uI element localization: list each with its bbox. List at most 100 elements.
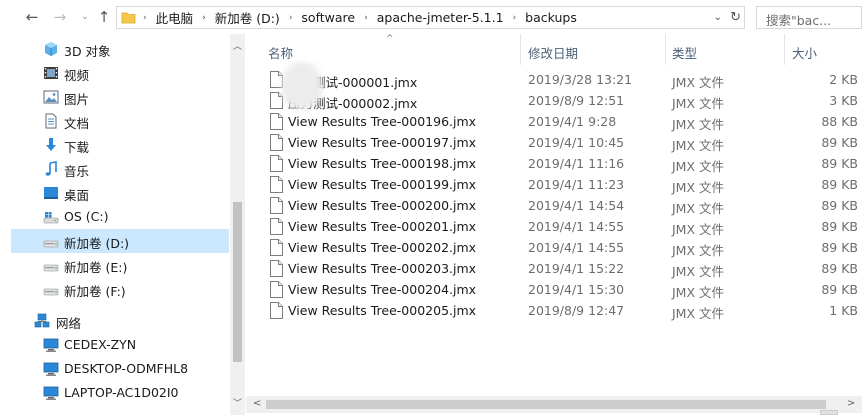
file-row[interactable]: View Results Tree-000196.jmx 2019/4/1 9:2… bbox=[246, 111, 862, 132]
address-bar[interactable]: › 此电脑 › 新加卷 (D:) › software › apache-jmeter-5.1… bbox=[116, 6, 745, 29]
file-icon bbox=[270, 113, 283, 130]
breadcrumb-item[interactable]: software bbox=[301, 10, 355, 25]
sidebar-item[interactable]: DESKTOP-ODMFHL8 bbox=[11, 357, 229, 381]
scroll-right-icon[interactable]: > bbox=[847, 398, 855, 409]
file-icon bbox=[270, 155, 283, 172]
sidebar-item[interactable]: 新加卷 (D:) bbox=[11, 229, 229, 253]
column-header-date[interactable]: 修改日期 bbox=[521, 34, 665, 67]
drive-icon bbox=[43, 264, 59, 272]
arrow-left-icon: ← bbox=[25, 8, 39, 26]
breadcrumb-separator-icon[interactable]: › bbox=[513, 13, 517, 23]
file-row[interactable]: View Results Tree-000201.jmx 2019/4/1 14:… bbox=[246, 216, 862, 237]
sidebar-item[interactable]: 图片 bbox=[11, 85, 229, 109]
file-row[interactable]: 压力测试-000001.jmx 2019/3/28 13:21 JMX 文件 2 KB bbox=[246, 69, 862, 90]
arrow-right-icon: → bbox=[53, 8, 67, 26]
scrollbar-thumb[interactable] bbox=[266, 400, 826, 409]
sidebar-item[interactable]: 新加卷 (F:) bbox=[11, 277, 229, 301]
sidebar-item[interactable]: 桌面 bbox=[11, 181, 229, 205]
breadcrumb-item[interactable]: backups bbox=[525, 10, 577, 25]
file-size: 89 KB bbox=[821, 261, 858, 276]
file-size: 2 KB bbox=[829, 72, 858, 87]
file-size: 89 KB bbox=[821, 240, 858, 255]
refresh-button[interactable]: ↻ bbox=[730, 7, 741, 28]
navigation-scrollbar[interactable]: ︿ ﹀ bbox=[230, 34, 245, 415]
file-row[interactable]: 压力测试-000002.jmx 2019/8/9 12:51 JMX 文件 3 KB bbox=[246, 90, 862, 111]
file-type: JMX 文件 bbox=[672, 75, 725, 90]
file-row[interactable]: View Results Tree-000199.jmx 2019/4/1 11:… bbox=[246, 174, 862, 195]
scrollbar-thumb[interactable] bbox=[233, 202, 242, 362]
sidebar-item[interactable]: 音乐 bbox=[11, 157, 229, 181]
3d-objects-icon bbox=[45, 42, 57, 56]
sidebar-item-label: LAPTOP-AC1D02I0 bbox=[64, 385, 179, 400]
redaction-blur bbox=[282, 62, 322, 110]
file-date: 2019/4/1 11:16 bbox=[528, 156, 625, 171]
file-name: View Results Tree-000200.jmx bbox=[288, 198, 477, 213]
file-icon bbox=[270, 197, 283, 214]
column-header-size[interactable]: 大小 bbox=[785, 34, 862, 67]
scroll-left-icon[interactable]: < bbox=[253, 398, 261, 409]
sidebar-item[interactable]: 文档 bbox=[11, 109, 229, 133]
breadcrumb-item[interactable]: apache-jmeter-5.1.1 bbox=[377, 10, 504, 25]
recent-locations-button[interactable]: ⌄ bbox=[78, 8, 92, 26]
file-row[interactable]: View Results Tree-000203.jmx 2019/4/1 15:… bbox=[246, 258, 862, 279]
file-icon bbox=[270, 260, 283, 277]
up-button[interactable]: ↑ bbox=[94, 8, 114, 26]
file-type: JMX 文件 bbox=[672, 180, 725, 195]
pictures-icon bbox=[43, 90, 59, 104]
file-size: 1 KB bbox=[829, 303, 858, 318]
file-name: View Results Tree-000198.jmx bbox=[288, 156, 477, 171]
computer-icon bbox=[43, 386, 59, 400]
sidebar-item-label: CEDEX-ZYN bbox=[64, 337, 137, 352]
forward-button[interactable]: → bbox=[50, 8, 70, 26]
resize-grip[interactable] bbox=[820, 410, 838, 415]
file-date: 2019/3/28 13:21 bbox=[528, 72, 633, 87]
file-name: View Results Tree-000205.jmx bbox=[288, 303, 477, 318]
file-date: 2019/4/1 14:55 bbox=[528, 219, 625, 234]
sidebar-item[interactable]: 下载 bbox=[11, 133, 229, 157]
file-row[interactable]: View Results Tree-000205.jmx 2019/8/9 12:… bbox=[246, 300, 862, 321]
file-row[interactable]: View Results Tree-000204.jmx 2019/4/1 15:… bbox=[246, 279, 862, 300]
scroll-down-icon[interactable]: ﹀ bbox=[230, 396, 245, 409]
sidebar-item[interactable]: 视频 bbox=[11, 61, 229, 85]
sidebar-item[interactable]: OS (C:) bbox=[11, 205, 229, 229]
breadcrumb-item[interactable]: 此电脑 bbox=[156, 8, 194, 27]
sidebar-item[interactable]: 3D 对象 bbox=[11, 37, 229, 61]
file-type: JMX 文件 bbox=[672, 96, 725, 111]
sidebar-item[interactable]: 新加卷 (E:) bbox=[11, 253, 229, 277]
back-button[interactable]: ← bbox=[22, 8, 42, 26]
sidebar-item-label: 图片 bbox=[64, 92, 90, 107]
desktop-icon bbox=[44, 187, 58, 199]
scroll-up-icon[interactable]: ︿ bbox=[230, 39, 245, 52]
navigation-pane: 3D 对象视频图片文档 下载 音乐 桌面 OS (C:) 新加卷 (D:) 新加卷 (E:)… bbox=[0, 34, 230, 415]
sidebar-item-label: 视频 bbox=[64, 68, 90, 83]
sidebar-item[interactable]: 网络 bbox=[11, 309, 229, 333]
file-row[interactable]: View Results Tree-000202.jmx 2019/4/1 14:… bbox=[246, 237, 862, 258]
horizontal-scrollbar[interactable]: < > bbox=[246, 396, 862, 413]
column-header-label: 类型 bbox=[672, 46, 698, 61]
column-header-label: 修改日期 bbox=[528, 46, 579, 61]
search-input[interactable]: 搜索"bac... bbox=[756, 6, 862, 29]
file-row[interactable]: View Results Tree-000197.jmx 2019/4/1 10:… bbox=[246, 132, 862, 153]
breadcrumb-separator-icon[interactable]: › bbox=[289, 13, 293, 23]
file-size: 89 KB bbox=[821, 135, 858, 150]
documents-icon bbox=[45, 113, 57, 129]
windows-drive-icon bbox=[43, 212, 59, 224]
breadcrumb-item[interactable]: 新加卷 (D:) bbox=[215, 8, 280, 27]
sidebar-item[interactable]: LAPTOP-AC1D02I0 bbox=[11, 381, 229, 405]
file-date: 2019/4/1 14:54 bbox=[528, 198, 625, 213]
breadcrumb-separator-icon[interactable]: › bbox=[364, 13, 368, 23]
sidebar-item-label: OS (C:) bbox=[64, 209, 109, 224]
breadcrumb-separator-icon[interactable]: › bbox=[202, 13, 206, 23]
sidebar-item[interactable]: CEDEX-ZYN bbox=[11, 333, 229, 357]
refresh-icon: ↻ bbox=[730, 10, 741, 25]
column-header-label: 名称 bbox=[268, 46, 294, 61]
music-icon bbox=[45, 161, 57, 176]
file-date: 2019/4/1 14:55 bbox=[528, 240, 625, 255]
address-history-button[interactable]: ⌄ bbox=[714, 7, 722, 28]
file-date: 2019/4/1 11:23 bbox=[528, 177, 625, 192]
column-header-name[interactable]: 名称 bbox=[246, 34, 520, 67]
column-header-type[interactable]: 类型 bbox=[666, 34, 784, 67]
breadcrumb-separator-icon[interactable]: › bbox=[143, 13, 147, 23]
file-row[interactable]: View Results Tree-000200.jmx 2019/4/1 14:… bbox=[246, 195, 862, 216]
file-row[interactable]: View Results Tree-000198.jmx 2019/4/1 11:… bbox=[246, 153, 862, 174]
